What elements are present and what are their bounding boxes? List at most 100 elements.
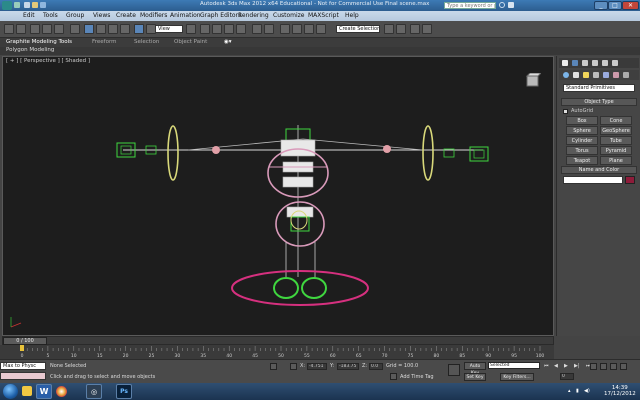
graphite-icon[interactable] [292, 24, 302, 34]
time-slider[interactable]: 0 / 100 [2, 336, 554, 345]
name-color-rollout[interactable]: Name and Color [561, 166, 637, 174]
menu-item-graph-editors[interactable]: Graph Editors [200, 12, 241, 19]
region-select-icon[interactable] [108, 24, 118, 34]
maximize-button[interactable]: □ [608, 1, 622, 10]
x-coordinate-field[interactable]: -4.751 [307, 363, 327, 370]
tray-arrow-icon[interactable]: ▴ [568, 388, 571, 394]
current-frame-marker[interactable] [20, 345, 24, 351]
mirror-icon[interactable] [252, 24, 262, 34]
material-editor-icon[interactable] [384, 24, 394, 34]
key-mode-dropdown[interactable]: Selected [488, 362, 540, 369]
close-button[interactable]: ✕ [622, 1, 639, 10]
menu-item-group[interactable]: Group [66, 12, 84, 19]
select-object-icon[interactable] [84, 24, 94, 34]
key-filters-button[interactable]: Key Filters... [500, 373, 534, 381]
autogrid-checkbox[interactable] [563, 109, 568, 114]
pivot-icon[interactable] [186, 24, 196, 34]
window-crossing-icon[interactable] [120, 24, 130, 34]
start-button[interactable] [3, 384, 18, 399]
object-type-rollout[interactable]: Object Type [561, 98, 637, 106]
menu-item-create[interactable]: Create [116, 12, 136, 19]
menu-item-help[interactable]: Help [345, 12, 359, 19]
set-key-button[interactable]: Set Key [464, 373, 486, 381]
object-color-swatch[interactable] [625, 176, 635, 184]
search-icon[interactable] [499, 2, 505, 8]
teapot-button[interactable]: Teapot [566, 156, 598, 165]
motion-tab-icon[interactable] [592, 60, 598, 66]
menu-item-rendering[interactable]: Rendering [238, 12, 269, 19]
redo-icon[interactable] [16, 24, 26, 34]
create-tab-icon[interactable] [562, 60, 568, 66]
menu-item-maxscript[interactable]: MAXScript [308, 12, 339, 19]
lock-selection-icon[interactable] [270, 363, 277, 370]
spinner-snap-icon[interactable] [236, 24, 246, 34]
systems-icon[interactable] [623, 72, 629, 78]
display-tab-icon[interactable] [602, 60, 608, 66]
menu-item-tools[interactable]: Tools [43, 12, 58, 19]
zoom-icon[interactable] [590, 363, 597, 370]
menu-item-views[interactable]: Views [93, 12, 110, 19]
modify-tab-icon[interactable] [572, 60, 578, 66]
orbit-icon[interactable] [620, 363, 627, 370]
geosphere-button[interactable]: GeoSphere [600, 126, 632, 135]
menu-item-animation[interactable]: Animation [170, 12, 201, 19]
perspective-viewport[interactable]: [ + ] [ Perspective ] [ Shaded ] [2, 56, 554, 336]
add-time-tag[interactable]: Add Time Tag [400, 374, 434, 380]
align-icon[interactable] [264, 24, 274, 34]
curve-editor-icon[interactable] [304, 24, 314, 34]
pan-icon[interactable] [610, 363, 617, 370]
scene-wireframe[interactable] [3, 57, 554, 336]
taskbar-clock[interactable]: 14:39 17/12/2012 [604, 385, 636, 397]
key-icon[interactable] [448, 364, 460, 376]
menu-item-customize[interactable]: Customize [273, 12, 305, 19]
percent-snap-icon[interactable] [224, 24, 234, 34]
select-by-name-icon[interactable] [96, 24, 106, 34]
render-icon[interactable] [422, 24, 432, 34]
save-file-icon[interactable] [40, 2, 46, 8]
y-coordinate-field[interactable]: -183.75 [337, 363, 359, 370]
open-file-icon[interactable] [32, 2, 38, 8]
tab-freeform[interactable]: Freeform [92, 39, 117, 45]
spacewarps-icon[interactable] [613, 72, 619, 78]
auto-key-button[interactable]: Auto Key [464, 362, 486, 376]
volume-icon[interactable]: ◀) [584, 388, 590, 394]
maxscript-listener[interactable]: Max to Physc [0, 362, 46, 370]
cylinder-button[interactable]: Cylinder [566, 136, 598, 145]
time-slider-thumb[interactable]: 0 / 100 [3, 337, 47, 345]
hierarchy-tab-icon[interactable] [582, 60, 588, 66]
explorer-icon[interactable] [22, 386, 32, 396]
link-icon[interactable] [30, 24, 40, 34]
angle-snap-icon[interactable] [212, 24, 222, 34]
z-coordinate-field[interactable]: 0.0 [369, 363, 383, 370]
shapes-icon[interactable] [573, 72, 579, 78]
helpers-icon[interactable] [603, 72, 609, 78]
network-icon[interactable]: ▮ [576, 388, 579, 394]
primitive-category-dropdown[interactable]: Standard Primitives [563, 84, 635, 92]
chrome-taskbar-icon[interactable] [56, 386, 67, 397]
unlink-icon[interactable] [42, 24, 52, 34]
render-setup-icon[interactable] [396, 24, 406, 34]
tab-graphite-modeling[interactable]: Graphite Modeling Tools [6, 39, 72, 45]
cameras-icon[interactable] [593, 72, 599, 78]
track-bar[interactable]: 0 5 10 15 20 25 30 35 40 45 50 55 60 65 70 75 80 85 90 95 10… [0, 345, 554, 359]
polygon-modeling-label[interactable]: Polygon Modeling [6, 47, 54, 53]
bind-spacewarp-icon[interactable] [54, 24, 64, 34]
go-to-start-icon[interactable]: ⏮ [544, 363, 549, 369]
search-input[interactable]: Type a keyword or phrase [444, 2, 496, 9]
3dsmax-taskbar-icon[interactable]: ◎ [86, 384, 102, 399]
pyramid-button[interactable]: Pyramid [600, 146, 632, 155]
absolute-mode-icon[interactable] [290, 363, 297, 370]
geometry-icon[interactable] [563, 72, 569, 78]
quick-access-icon[interactable] [14, 2, 20, 8]
zoom-all-icon[interactable] [600, 363, 607, 370]
time-tag-icon[interactable] [390, 373, 397, 380]
help-icon[interactable] [508, 2, 514, 8]
tube-button[interactable]: Tube [600, 136, 632, 145]
schematic-icon[interactable] [316, 24, 326, 34]
lights-icon[interactable] [583, 72, 589, 78]
tab-selection[interactable]: Selection [134, 39, 159, 45]
current-frame-field[interactable]: 0 [560, 373, 574, 380]
previous-frame-icon[interactable]: ◀ [554, 363, 558, 369]
utilities-tab-icon[interactable] [612, 60, 618, 66]
tab-object-paint[interactable]: Object Paint [174, 39, 207, 45]
